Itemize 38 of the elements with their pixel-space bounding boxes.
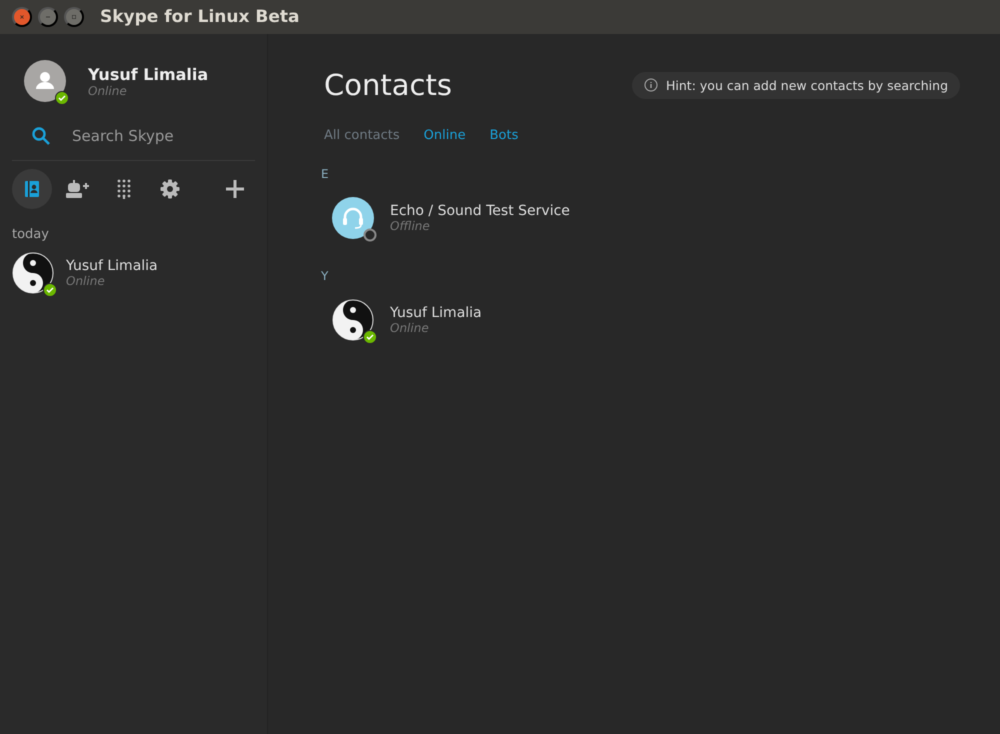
- yin-yang-avatar-icon: [332, 299, 374, 341]
- minimize-icon: [46, 16, 50, 18]
- add-bot-icon: [65, 179, 91, 199]
- filter-tab[interactable]: Online: [424, 128, 466, 143]
- add-icon: [225, 179, 245, 199]
- contacts-button[interactable]: [12, 169, 52, 209]
- close-icon: [20, 13, 24, 21]
- dialpad-icon: [117, 179, 131, 199]
- profile-name: Yusuf Limalia: [88, 64, 208, 84]
- maximize-icon: [72, 13, 76, 21]
- yin-yang-avatar-icon: [12, 252, 54, 294]
- contact-status: Online: [66, 274, 106, 288]
- group-letter: Y: [321, 269, 330, 283]
- search-field[interactable]: Search Skype: [70, 126, 244, 146]
- minimize-button[interactable]: [38, 7, 58, 27]
- group-letter: E: [321, 167, 330, 181]
- contact-status: Offline: [390, 219, 431, 233]
- contact-item[interactable]: Yusuf Limalia Online: [324, 293, 960, 367]
- section-heading: today: [12, 227, 50, 242]
- profile-status: Online: [88, 84, 128, 98]
- settings-icon: [160, 179, 180, 199]
- address-book-icon: [24, 180, 40, 198]
- contact-name: Yusuf Limalia: [66, 258, 158, 274]
- hint-text: Hint: you can add new contacts by searching: [666, 78, 948, 92]
- headset-avatar-icon: [332, 197, 374, 239]
- window-title: Skype for Linux Beta: [100, 7, 300, 27]
- contact-status: Online: [390, 321, 430, 335]
- info-icon: [644, 78, 658, 92]
- page-title: Contacts: [324, 68, 452, 102]
- contact-name: Yusuf Limalia: [390, 305, 482, 321]
- contact-name: Echo / Sound Test Service: [390, 203, 570, 219]
- avatar-icon: [24, 60, 66, 102]
- recent-chat-item[interactable]: Yusuf Limalia Online: [12, 250, 255, 296]
- contact-item[interactable]: Echo / Sound Test Service Offline: [324, 191, 960, 265]
- filter-tab[interactable]: Bots: [490, 128, 518, 143]
- close-button[interactable]: [12, 7, 32, 27]
- search-icon: [32, 127, 50, 145]
- maximize-button[interactable]: [64, 7, 84, 27]
